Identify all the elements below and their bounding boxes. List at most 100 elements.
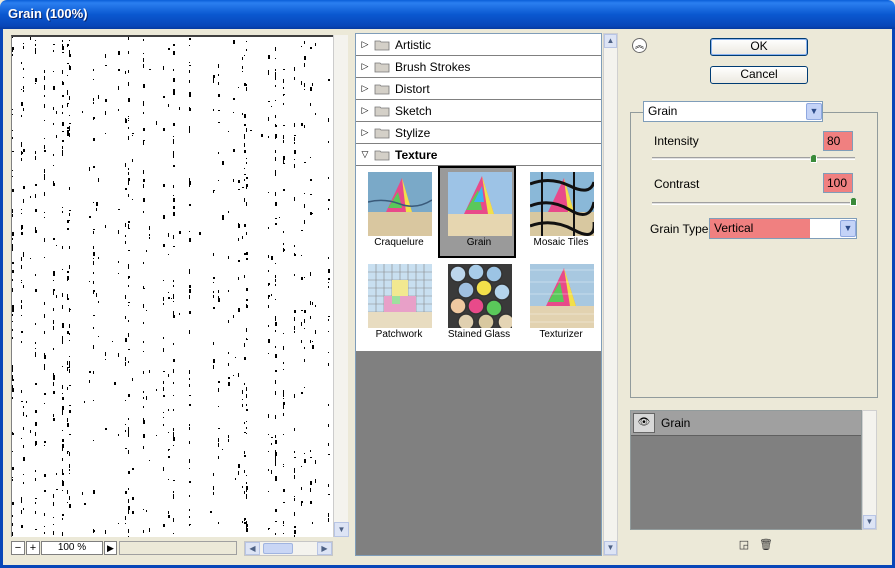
grain-speck — [168, 48, 170, 50]
grain-speck — [235, 357, 236, 358]
contrast-slider-track[interactable] — [652, 202, 855, 205]
category-brush-strokes[interactable]: ▷ Brush Strokes — [356, 56, 601, 78]
grain-speck — [125, 338, 127, 342]
eye-icon[interactable]: 👁 — [633, 413, 655, 433]
triangle-down-icon[interactable]: ▽ — [356, 149, 374, 160]
scroll-down-icon[interactable]: ▼ — [604, 541, 617, 555]
grain-speck — [118, 51, 120, 53]
cancel-button[interactable]: Cancel — [710, 66, 808, 84]
grain-speck — [189, 92, 191, 95]
grain-speck — [244, 124, 246, 126]
new-effect-layer-icon[interactable]: ◲ — [738, 539, 750, 551]
grain-speck — [275, 380, 276, 384]
filter-thumbnail-texturizer[interactable]: Texturizer — [522, 260, 600, 352]
scroll-left-icon[interactable]: ◀ — [245, 542, 260, 555]
grain-speck — [69, 213, 70, 216]
grain-speck — [268, 529, 269, 530]
filter-thumbnail-patchwork[interactable]: Patchwork — [360, 260, 438, 352]
grain-speck — [233, 375, 234, 376]
intensity-field[interactable]: 80 — [823, 131, 853, 151]
grain-speck — [128, 265, 129, 269]
grain-speck — [62, 105, 63, 108]
grain-speck — [35, 184, 37, 186]
scroll-up-icon[interactable]: ▲ — [604, 34, 617, 48]
effect-layer-row[interactable]: 👁 Grain — [631, 411, 861, 436]
delete-effect-layer-icon[interactable]: 🗑 — [759, 539, 773, 551]
grain-speck — [168, 479, 169, 480]
chevron-down-icon[interactable]: ▼ — [840, 220, 856, 237]
ok-button[interactable]: OK — [710, 38, 808, 56]
filter-thumbnail-mosaic-tiles[interactable]: Mosaic Tiles — [522, 168, 600, 260]
layers-scrollbar[interactable]: ▼ — [862, 410, 877, 530]
grain-speck — [12, 314, 13, 316]
triangle-right-icon[interactable]: ▷ — [356, 105, 374, 116]
category-label: Brush Strokes — [395, 59, 471, 74]
triangle-right-icon[interactable]: ▷ — [356, 61, 374, 72]
category-stylize[interactable]: ▷ Stylize — [356, 122, 601, 144]
grain-speck — [275, 476, 277, 480]
grain-speck — [128, 471, 130, 474]
grain-speck — [163, 348, 164, 352]
grain-speck — [246, 521, 247, 524]
preview-horizontal-scrollbar[interactable]: ◀ ▶ — [244, 541, 333, 556]
grain-speck — [163, 467, 164, 471]
filter-thumbnail-craquelure[interactable]: Craquelure — [360, 168, 438, 260]
triangle-right-icon[interactable]: ▷ — [356, 83, 374, 94]
zoom-level-field[interactable]: 100 % — [41, 541, 103, 555]
zoom-menu-button[interactable]: ▶ — [104, 541, 117, 555]
grain-speck — [246, 49, 247, 51]
grain-speck — [62, 385, 63, 389]
grain-speck — [143, 112, 144, 114]
scroll-right-icon[interactable]: ▶ — [317, 542, 332, 555]
collapse-gallery-icon[interactable]: ︽ — [632, 38, 647, 53]
grain-speck — [12, 54, 13, 55]
grain-speck — [44, 212, 45, 213]
grain-speck — [89, 167, 90, 171]
grain-speck — [21, 315, 22, 316]
filter-list-scrollbar[interactable]: ▲ ▼ — [603, 33, 618, 556]
category-distort[interactable]: ▷ Distort — [356, 78, 601, 100]
zoom-out-button[interactable]: − — [11, 541, 25, 555]
triangle-right-icon[interactable]: ▷ — [356, 127, 374, 138]
category-texture[interactable]: ▽ Texture — [356, 144, 601, 166]
preview-vertical-scrollbar[interactable]: ▼ — [333, 35, 349, 537]
grain-speck — [35, 78, 37, 82]
grain-speck — [271, 443, 272, 445]
preview-canvas[interactable] — [11, 35, 333, 537]
scroll-down-icon[interactable]: ▼ — [334, 522, 349, 537]
chevron-down-icon[interactable]: ▼ — [806, 103, 822, 120]
grain-speck — [56, 135, 57, 138]
grain-speck — [128, 305, 129, 306]
intensity-slider-track[interactable] — [652, 157, 855, 160]
triangle-right-icon[interactable]: ▷ — [356, 39, 374, 50]
filter-thumbnail-grain[interactable]: Grain — [438, 166, 516, 258]
grain-speck — [67, 91, 68, 95]
grain-speck — [173, 343, 174, 345]
grain-speck — [168, 449, 170, 450]
grain-speck — [246, 186, 247, 189]
grain-speck — [168, 511, 169, 514]
filter-preview-image — [448, 264, 512, 328]
grain-speck — [294, 159, 295, 160]
grain-speck — [244, 174, 246, 175]
grain-speck — [12, 365, 13, 368]
grain-speck — [275, 450, 276, 453]
zoom-in-button[interactable]: + — [26, 541, 40, 555]
grain-speck — [173, 409, 174, 411]
grain-speck — [35, 422, 37, 426]
grain-speck — [62, 430, 63, 431]
grain-speck — [189, 178, 190, 181]
grain-speck — [62, 439, 64, 442]
grain-speck — [283, 362, 284, 364]
filter-select[interactable]: Grain — [643, 101, 823, 122]
scrollbar-thumb[interactable] — [263, 543, 293, 554]
category-sketch[interactable]: ▷ Sketch — [356, 100, 601, 122]
grain-type-select[interactable]: Vertical — [709, 218, 857, 239]
filter-thumbnail-stained-glass[interactable]: Stained Glass — [440, 260, 518, 352]
grain-speck — [173, 494, 174, 498]
category-artistic[interactable]: ▷ Artistic — [356, 34, 601, 56]
scroll-down-icon[interactable]: ▼ — [863, 515, 876, 529]
grain-speck — [23, 46, 24, 49]
contrast-field[interactable]: 100 — [823, 173, 853, 193]
grain-speck — [149, 460, 150, 461]
